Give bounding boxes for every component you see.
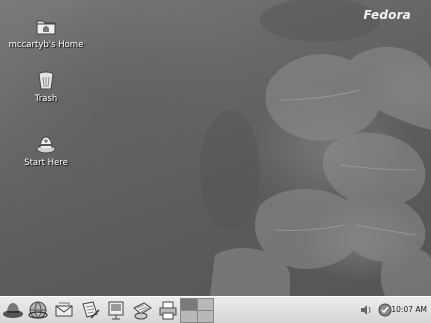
workspace-switcher[interactable] [180,298,214,323]
workspace-1[interactable] [181,299,197,310]
desktop-icon-trash[interactable]: Trash [1,68,91,104]
trash-icon [38,71,54,90]
update-check-icon[interactable] [378,303,392,317]
fedora-hat-icon[interactable] [2,299,24,321]
desktop-icon-start-here[interactable]: Start Here [1,132,91,168]
fedora-logo: Fedora [363,8,411,22]
desktop-icon-label: Start Here [24,158,68,168]
workspace-2[interactable] [197,299,213,310]
workspace-3[interactable] [181,311,197,322]
document-icon[interactable] [79,299,101,321]
desktop-icon-home[interactable]: mccartyb's Home [1,14,91,50]
workspace-4[interactable] [197,311,213,322]
presentation-icon[interactable] [105,299,127,321]
start-here-icon [36,136,56,154]
desktop-icon-label: mccartyb's Home [8,40,84,50]
email-icon[interactable] [53,299,75,321]
bottom-panel: 10:07 AM [0,296,431,323]
desktop-icon-label: Trash [34,94,58,104]
clock[interactable]: 10:07 AM [391,305,427,314]
home-folder-icon [36,20,56,35]
desktop[interactable]: Fedora mccartyb's Home Trash Start Here [0,0,431,296]
globe-icon[interactable] [27,299,49,321]
spreadsheet-icon[interactable] [131,299,153,321]
speaker-icon[interactable] [359,303,373,317]
printer-icon[interactable] [157,299,179,321]
